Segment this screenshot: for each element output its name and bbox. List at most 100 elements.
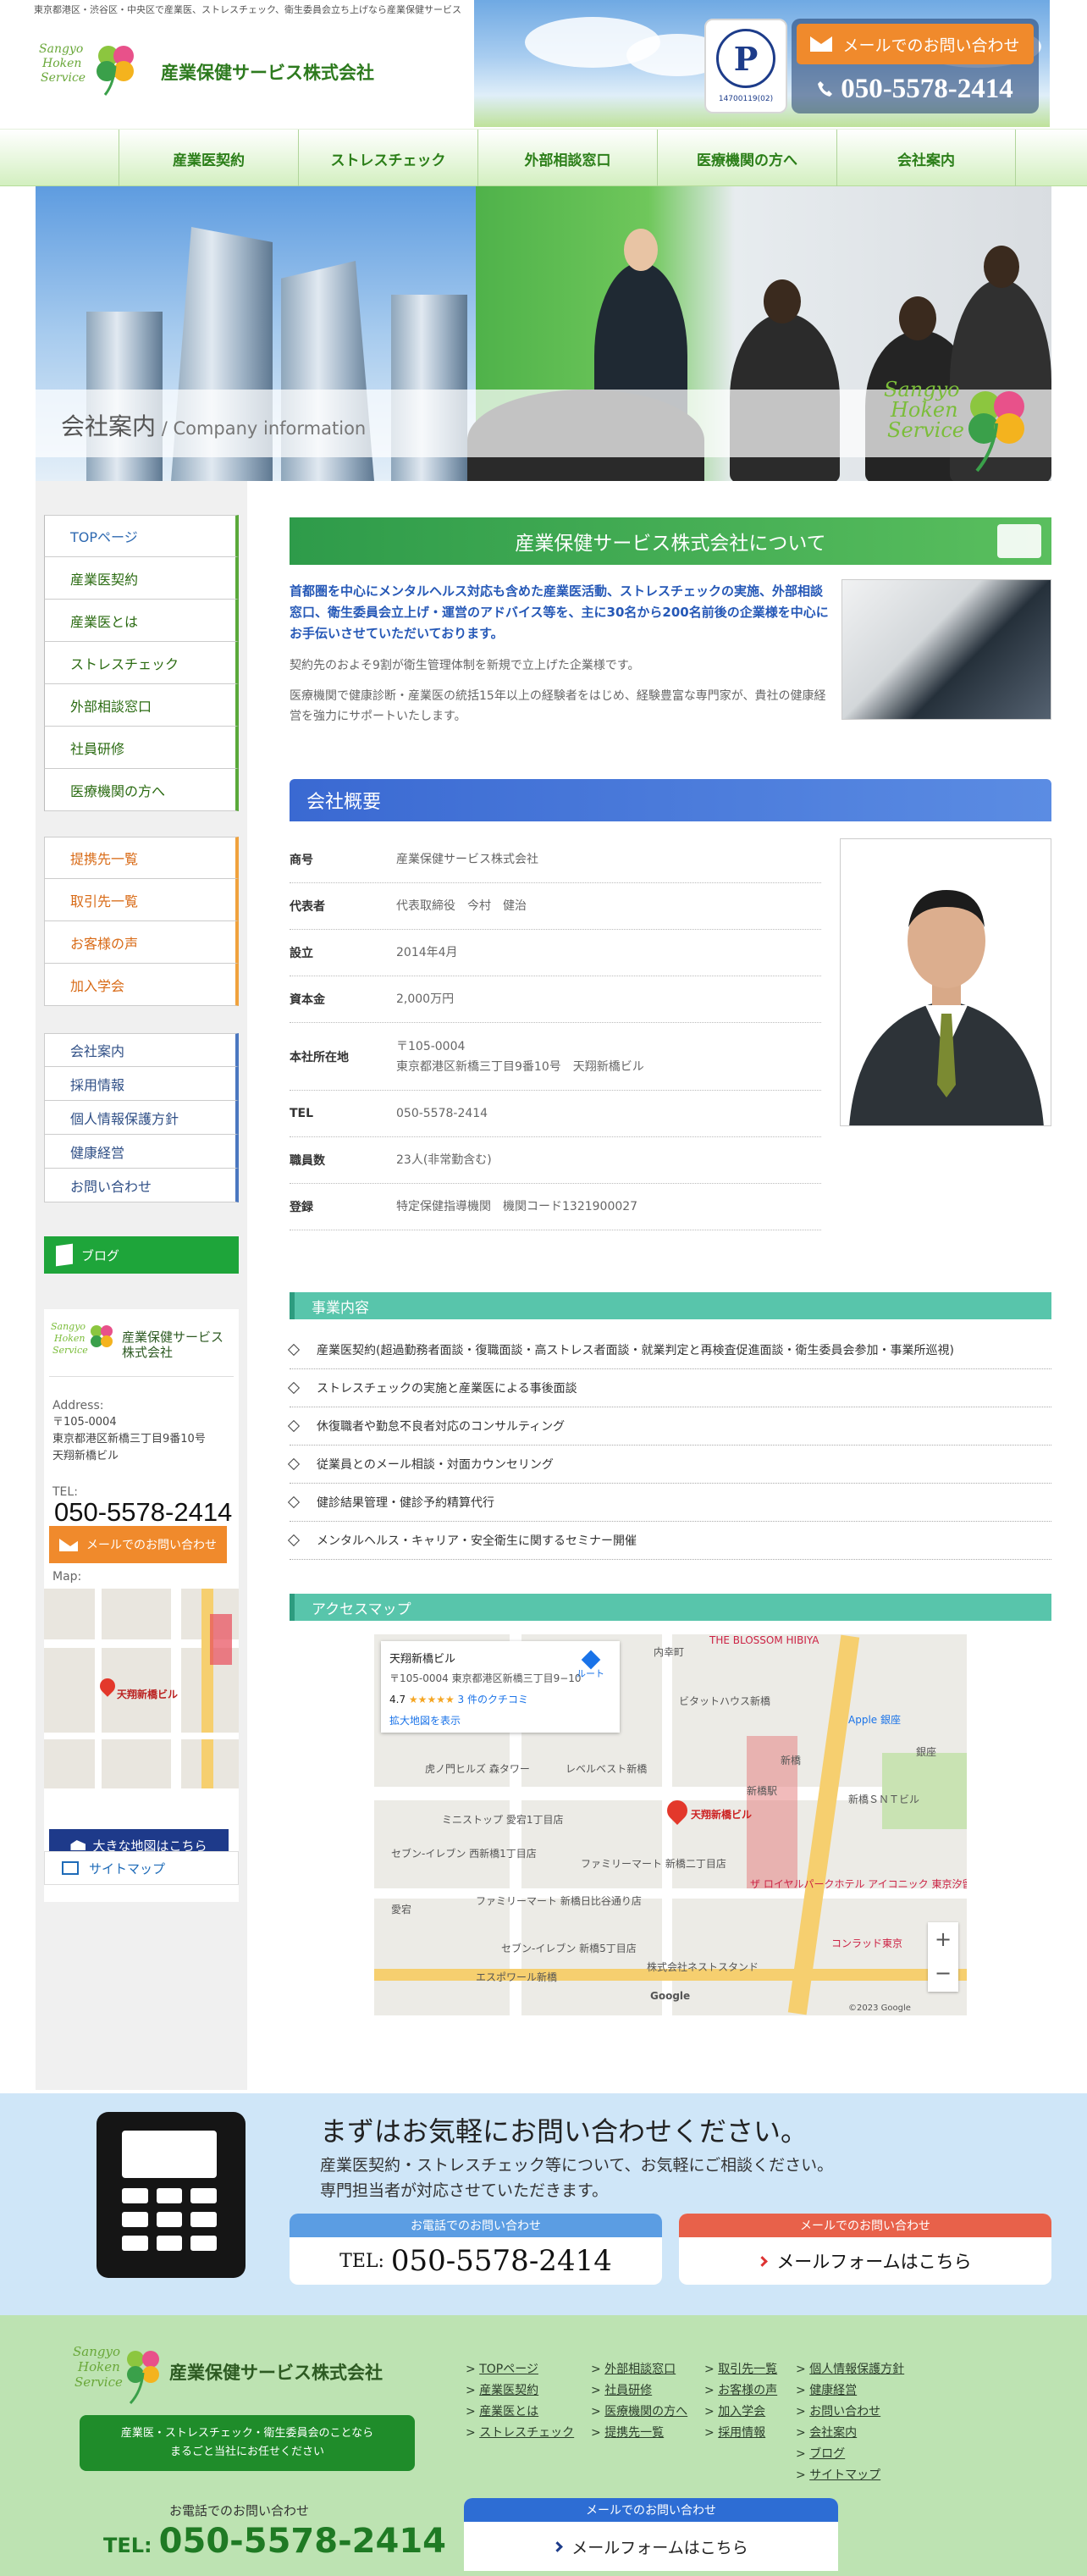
business-item: 従業員とのメール相談・対面カウンセリング <box>287 1446 1051 1484</box>
footer-link[interactable]: ストレスチェック <box>466 2423 574 2444</box>
sitemap-icon <box>62 1861 79 1875</box>
clover-logo-icon <box>97 46 134 96</box>
footer-company-name: 産業保健サービス株式会社 <box>169 2363 383 2383</box>
sidebar-map-label: Map: <box>52 1570 82 1584</box>
mail-icon <box>810 36 833 52</box>
sidebar-item-company[interactable]: 会社案内 <box>44 1033 239 1067</box>
ceo-portrait-image <box>841 839 1051 1125</box>
contact-mail-box[interactable]: メールでのお問い合わせ メールフォームはこちら <box>679 2214 1051 2285</box>
footer-link[interactable]: 会社案内 <box>796 2423 904 2444</box>
global-nav: 産業医契約 ストレスチェック 外部相談窓口 医療機関の方へ 会社案内 <box>0 129 1087 187</box>
sidebar-blog-button[interactable]: ブログ <box>44 1236 239 1274</box>
hero-banner: 会社案内 / Company information Sangyo Hoken … <box>36 186 1051 481</box>
sidebar-map[interactable]: 天翔新橋ビル <box>44 1589 239 1788</box>
footer-mail-box[interactable]: メールでのお問い合わせ メールフォームはこちら <box>464 2498 838 2571</box>
footer-link[interactable]: お客様の声 <box>704 2380 777 2402</box>
sidebar-item-recruit[interactable]: 採用情報 <box>44 1067 239 1101</box>
zoom-in-icon[interactable]: + <box>928 1922 958 1956</box>
sidebar-item-torihiki[interactable]: 取引先一覧 <box>44 879 239 921</box>
privacy-mark: P 14700119(02) <box>704 19 787 113</box>
privacy-mark-icon: P <box>716 29 775 88</box>
sidebar-address: Address: 〒105-0004 東京都港区新橋三丁目9番10号 天翔新橋ビ… <box>52 1399 206 1462</box>
diamond-bullet-icon <box>287 1534 301 1547</box>
sidebar-mail-button[interactable]: メールでのお問い合わせ <box>49 1526 227 1563</box>
nav-item-sangyoi[interactable]: 産業医契約 <box>119 130 298 187</box>
nav-item-iryokikan[interactable]: 医療機関の方へ <box>657 130 836 187</box>
footer-link[interactable]: ブログ <box>796 2444 904 2465</box>
business-item: ストレスチェックの実施と産業医による事後面談 <box>287 1369 1051 1407</box>
footer-link[interactable]: 個人情報保護方針 <box>796 2359 904 2380</box>
footer-link[interactable]: お問い合わせ <box>796 2402 904 2423</box>
nav-item-company[interactable]: 会社案内 <box>836 130 1016 187</box>
map-icon <box>70 1840 86 1850</box>
business-item: 休復職者や勤怠不良者対応のコンサルティング <box>287 1407 1051 1446</box>
sidebar-item-privacy[interactable]: 個人情報保護方針 <box>44 1101 239 1135</box>
sidebar-item-gaibu[interactable]: 外部相談窓口 <box>44 684 239 727</box>
sidebar-item-contact[interactable]: お問い合わせ <box>44 1169 239 1202</box>
privacy-mark-number: 14700119(02) <box>718 95 774 103</box>
header-tel[interactable]: 050-5578-2414 <box>797 69 1034 108</box>
footer-tagline: 産業医・ストレスチェック・衛生委員会のことなら まるごと当社にお任せください <box>80 2415 415 2471</box>
footer-logo-icon: Sangyo Hoken Service <box>73 2344 159 2405</box>
footer-tel[interactable]: TEL: 050-5578-2414 <box>103 2522 446 2561</box>
map-route-button[interactable]: ルート <box>577 1650 604 1680</box>
footer-link[interactable]: 外部相談窓口 <box>591 2359 687 2380</box>
sidebar-logo: Sangyo Hoken Service 産業保健サービス株式会社 <box>49 1318 234 1377</box>
sidebar-item-teikei[interactable]: 提携先一覧 <box>44 837 239 879</box>
business-item: 産業医契約(超過勤務者面談・復職面談・高ストレス者面談・就業判定と再検査促進面談… <box>287 1331 1051 1369</box>
footer-link[interactable]: 医療機関の方へ <box>591 2402 687 2423</box>
business-item: メンタルヘルス・キャリア・安全衛生に関するセミナー開催 <box>287 1522 1051 1560</box>
sidebar-item-sangyoi[interactable]: 産業医契約 <box>44 557 239 600</box>
map-zoom-control[interactable]: + − <box>928 1922 958 1992</box>
sidebar-tel[interactable]: 050-5578-2414 <box>54 1497 232 1528</box>
svg-text:Sangyo: Sangyo <box>73 2344 120 2359</box>
profile-heading: 会社概要 <box>290 779 1051 821</box>
sidebar-item-sangyoi-towa[interactable]: 産業医とは <box>44 600 239 642</box>
sidebar-blue-menu: 会社案内 採用情報 個人情報保護方針 健康経営 お問い合わせ <box>44 1033 239 1202</box>
contact-tel-caption: お電話でのお問い合わせ <box>290 2214 662 2237</box>
svg-text:Service: Service <box>52 1345 88 1356</box>
footer-mail-link: メールフォームはこちら <box>464 2522 838 2571</box>
footer-link[interactable]: 採用情報 <box>704 2423 777 2444</box>
sidebar-item-voice[interactable]: お客様の声 <box>44 921 239 964</box>
business-list: 産業医契約(超過勤務者面談・復職面談・高ストレス者面談・就業判定と再検査促進面談… <box>287 1331 1051 1560</box>
footer-link[interactable]: 提携先一覧 <box>591 2423 687 2444</box>
contact-mail-link: メールフォームはこちら <box>679 2237 1051 2285</box>
map-larger-link[interactable]: 拡大地図を表示 <box>389 1713 611 1727</box>
contact-tel: TEL: 050-5578-2414 <box>339 2244 612 2278</box>
nav-item-stresscheck[interactable]: ストレスチェック <box>298 130 477 187</box>
footer-link[interactable]: 社員研修 <box>591 2380 687 2402</box>
blog-icon <box>56 1243 73 1267</box>
sidebar-item-top[interactable]: TOPページ <box>44 515 239 557</box>
zoom-out-icon[interactable]: − <box>928 1956 958 1990</box>
footer-link[interactable]: TOPページ <box>466 2359 574 2380</box>
consult-photo <box>841 579 1051 720</box>
access-map[interactable]: 天翔新橋ビル 〒105-0004 東京都港区新橋三丁目9−10 4.7 ★★★★… <box>374 1634 967 2015</box>
footer-links-col4: 個人情報保護方針 健康経営 お問い合わせ 会社案内 ブログ サイトマップ <box>796 2359 904 2486</box>
contact-tel-box[interactable]: お電話でのお問い合わせ TEL: 050-5578-2414 <box>290 2214 662 2285</box>
sidebar-sitemap-button[interactable]: サイトマップ <box>44 1851 239 1885</box>
rating-stars-icon: ★★★★★ <box>408 1694 455 1705</box>
sidebar-item-stresscheck[interactable]: ストレスチェック <box>44 642 239 684</box>
map-place-card[interactable]: 天翔新橋ビル 〒105-0004 東京都港区新橋三丁目9−10 4.7 ★★★★… <box>381 1641 620 1733</box>
nav-item-gaibu[interactable]: 外部相談窓口 <box>477 130 657 187</box>
diamond-bullet-icon <box>287 1457 301 1471</box>
footer-link[interactable]: サイトマップ <box>796 2465 904 2486</box>
profile-table: 商号 産業保健サービス株式会社 代表者 代表取締役 今村 健治 設立 2014年4月 … <box>290 837 821 1230</box>
header-contact-box: メールでのお問い合わせ 050-5578-2414 <box>792 19 1039 113</box>
sidebar-item-kenshu[interactable]: 社員研修 <box>44 727 239 769</box>
site-logo[interactable]: Sangyo Hoken Service <box>34 37 144 105</box>
business-item: 健診結果管理・健診予約精算代行 <box>287 1484 1051 1522</box>
contact-subtext: 産業医契約・ストレスチェック等について、お気軽にご相談ください。 専門担当者が対… <box>320 2156 834 2200</box>
diamond-bullet-icon <box>287 1495 301 1509</box>
footer-link[interactable]: 取引先一覧 <box>704 2359 777 2380</box>
footer-link[interactable]: 産業医契約 <box>466 2380 574 2402</box>
footer-link[interactable]: 健康経営 <box>796 2380 904 2402</box>
about-heading: 産業保健サービス株式会社について <box>290 517 1051 565</box>
header-mail-button[interactable]: メールでのお問い合わせ <box>797 24 1034 64</box>
sidebar-item-iryokikan[interactable]: 医療機関の方へ <box>44 769 239 811</box>
sidebar-item-kenkokeiei[interactable]: 健康経営 <box>44 1135 239 1169</box>
sidebar-item-gakkai[interactable]: 加入学会 <box>44 964 239 1006</box>
footer-link[interactable]: 加入学会 <box>704 2402 777 2423</box>
footer-link[interactable]: 産業医とは <box>466 2402 574 2423</box>
